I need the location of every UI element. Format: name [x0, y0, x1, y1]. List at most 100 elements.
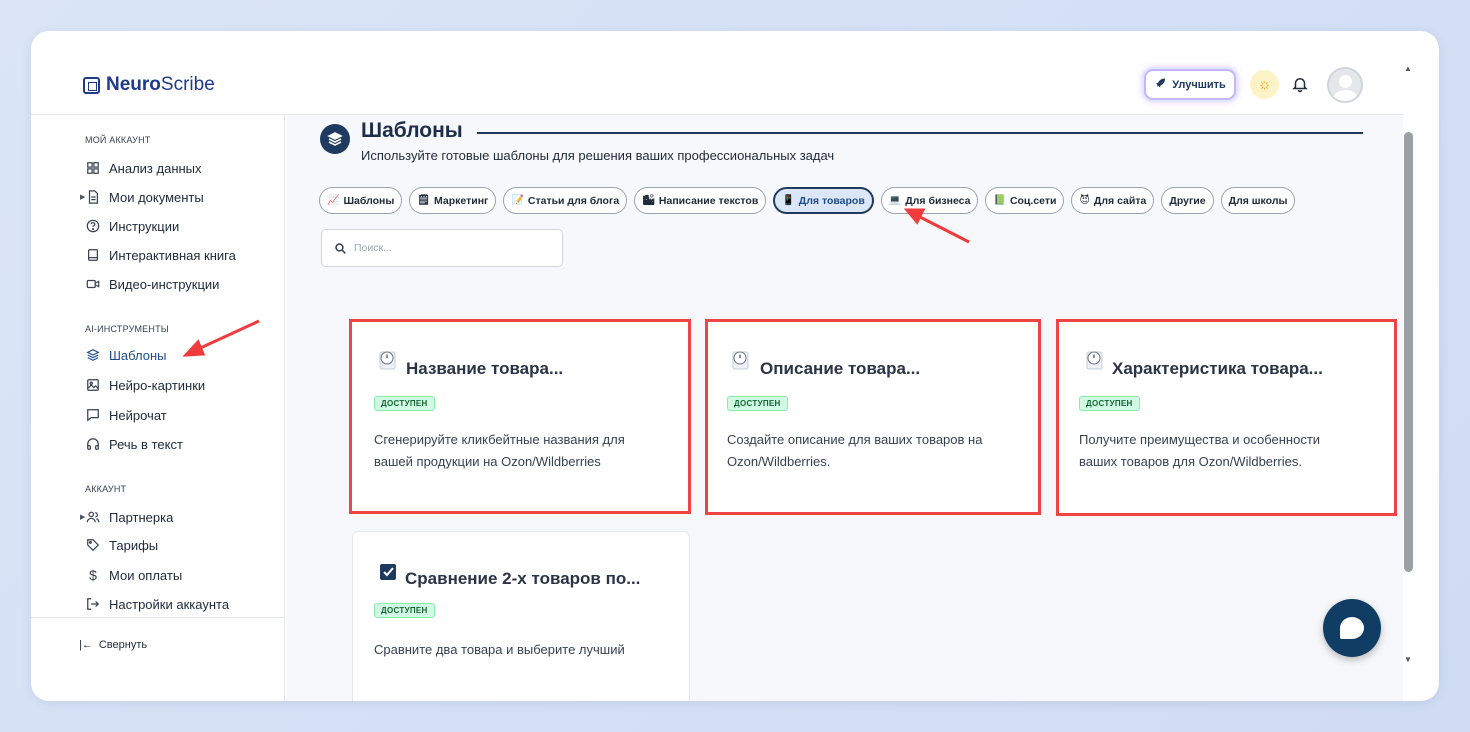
template-card-product-characteristics[interactable]: Характеристика товара... ДОСТУПЕН Получи…: [1056, 319, 1397, 516]
tab-for-products[interactable]: 📱 Для товаров: [773, 187, 874, 214]
tab-label: Для бизнеса: [905, 194, 971, 207]
laptop-icon: 💻: [888, 195, 902, 206]
sidebar-item-account-settings[interactable]: Настройки аккаунта: [86, 594, 229, 614]
grid-icon: [87, 162, 99, 174]
bell-icon: [1292, 78, 1308, 93]
users-icon: [86, 511, 100, 523]
layers-icon: [86, 349, 100, 361]
card-description: Получите преимущества и особенности ваши…: [1079, 429, 1320, 473]
search-input[interactable]: Поиск...: [321, 229, 563, 267]
clock-doc-icon: [379, 351, 396, 370]
memo-icon: 📝: [511, 195, 524, 206]
notifications-button[interactable]: [1291, 74, 1311, 96]
page-subtitle: Используйте готовые шаблоны для решения …: [361, 148, 835, 163]
brand-bold: Neuro: [106, 74, 161, 95]
template-card-product-comparison[interactable]: Сравнение 2-х товаров по... ДОСТУПЕН Сра…: [352, 531, 690, 701]
status-badge: ДОСТУПЕН: [374, 396, 435, 411]
sidebar-item-interactive-book[interactable]: Интерактивная книга: [86, 245, 236, 265]
card-description: Создайте описание для ваших товаров на O…: [727, 429, 982, 473]
tab-for-site[interactable]: 😈 Для сайта: [1071, 187, 1155, 214]
tab-label: Статьи для блога: [527, 194, 620, 207]
rocket-icon: [1154, 77, 1166, 92]
green-book-icon: 📗: [993, 195, 1006, 206]
caret-right-icon: ▶: [80, 514, 86, 521]
tab-marketing[interactable]: 🗒 Маркетинг: [409, 187, 497, 214]
upgrade-button[interactable]: Улучшить: [1144, 69, 1236, 100]
top-header: NeuroScribe Улучшить ☼: [31, 31, 1403, 115]
tab-label: Соц.сети: [1009, 194, 1057, 207]
tab-for-business[interactable]: 💻 Для бизнеса: [880, 187, 979, 214]
tab-social[interactable]: 📗 Соц.сети: [985, 187, 1065, 214]
video-icon: [86, 279, 100, 289]
card-title: Сравнение 2-х товаров по...: [405, 569, 641, 588]
sidebar-item-my-payments[interactable]: $ Мои оплаты: [86, 565, 182, 585]
tag-icon: [87, 539, 100, 552]
sidebar-item-label: Партнерка: [109, 509, 174, 525]
collapse-icon: |←: [79, 639, 93, 651]
scroll-down-arrow[interactable]: ▼: [1404, 655, 1412, 664]
card-description: Сравните два товара и выберите лучший: [374, 639, 625, 661]
dollar-icon: $: [89, 567, 97, 583]
status-badge: ДОСТУПЕН: [1079, 396, 1140, 411]
document-icon: [88, 190, 98, 204]
sidebar-item-neurochat[interactable]: Нейрочат: [86, 405, 167, 425]
upgrade-label: Улучшить: [1172, 78, 1226, 91]
phone-icon: 📱: [782, 195, 795, 206]
tab-templates[interactable]: 📈 Шаблоны: [319, 187, 403, 214]
image-icon: [87, 379, 99, 391]
tab-label: Шаблоны: [343, 194, 395, 207]
sidebar-item-neuro-images[interactable]: Нейро-картинки: [86, 375, 205, 395]
sidebar-divider: [31, 617, 285, 618]
sidebar-item-my-documents[interactable]: ▶ Мои документы: [80, 187, 204, 207]
section-title-ai-tools: AI-ИНСТРУМЕНТЫ: [85, 324, 169, 334]
tab-other[interactable]: Другие: [1161, 187, 1214, 214]
sidebar-item-tariffs[interactable]: Тарифы: [86, 535, 158, 555]
search-icon: [335, 242, 346, 254]
search-placeholder: Поиск...: [354, 242, 392, 254]
help-circle-icon: [86, 219, 100, 233]
sidebar-item-data-analysis[interactable]: Анализ данных: [86, 158, 202, 178]
sidebar-item-video-instructions[interactable]: Видео-инструкции: [86, 274, 219, 294]
headphones-icon: [87, 438, 99, 450]
chat-bubble-icon: [1340, 617, 1364, 639]
clock-doc-icon: [1086, 351, 1103, 370]
collapse-sidebar-button[interactable]: |← Свернуть: [79, 639, 147, 651]
category-tabs: 📈 Шаблоны 🗒 Маркетинг 📝 Статьи для блога 🏙 Н…: [319, 187, 1296, 214]
section-title-account: АККАУНТ: [85, 484, 127, 494]
sidebar-item-partners[interactable]: ▶ Партнерка: [80, 507, 174, 527]
card-title: Описание товара...: [760, 359, 921, 378]
sidebar-item-label: Нейрочат: [109, 407, 167, 423]
devil-icon: 😈: [1079, 195, 1090, 206]
book-icon: [88, 249, 98, 261]
scrollbar-thumb[interactable]: [1404, 132, 1413, 572]
app-window: NeuroScribe Улучшить ☼ МОЙ АККАУНТ Анали…: [31, 31, 1439, 701]
brand-light: Scribe: [160, 74, 215, 95]
sidebar-item-label: Мои оплаты: [109, 567, 183, 583]
chat-icon: [87, 409, 99, 422]
card-desc-line: Ozon/Wildberries.: [727, 454, 831, 469]
template-card-product-name[interactable]: Название товара... ДОСТУПЕН Сгенерируйте…: [349, 319, 691, 514]
card-desc-line: вашей продукции на Ozon/Wildberries: [374, 454, 601, 469]
chart-icon: 📈: [327, 195, 340, 206]
tab-label: Для школы: [1228, 194, 1288, 207]
template-card-product-description[interactable]: Описание товара... ДОСТУПЕН Создайте опи…: [705, 319, 1041, 515]
support-chat-button[interactable]: [1323, 599, 1381, 657]
sidebar-item-instructions[interactable]: Инструкции: [86, 216, 179, 236]
avatar[interactable]: [1327, 67, 1363, 103]
scroll-up-arrow[interactable]: ▲: [1404, 64, 1412, 73]
card-desc-line: Сравните два товара и выберите лучший: [374, 642, 625, 657]
sidebar-item-label: Тарифы: [109, 537, 159, 553]
tab-writing-texts[interactable]: 🏙 Написание текстов: [634, 187, 767, 214]
sidebar-item-label: Видео-инструкции: [109, 276, 220, 292]
tab-label: Маркетинг: [434, 194, 489, 207]
logo-icon: [83, 76, 100, 94]
notepad-icon: 🗒: [417, 195, 431, 206]
tab-blog-articles[interactable]: 📝 Статьи для блога: [503, 187, 628, 214]
page-title: Шаблоны: [361, 119, 463, 142]
logo[interactable]: NeuroScribe: [83, 74, 215, 96]
section-title-my-account: МОЙ АККАУНТ: [85, 135, 151, 145]
theme-toggle-button[interactable]: ☼: [1250, 70, 1279, 99]
sidebar-item-speech-to-text[interactable]: Речь в текст: [86, 434, 183, 454]
sidebar-item-templates[interactable]: Шаблоны: [86, 345, 167, 365]
tab-for-school[interactable]: Для школы: [1220, 187, 1296, 214]
